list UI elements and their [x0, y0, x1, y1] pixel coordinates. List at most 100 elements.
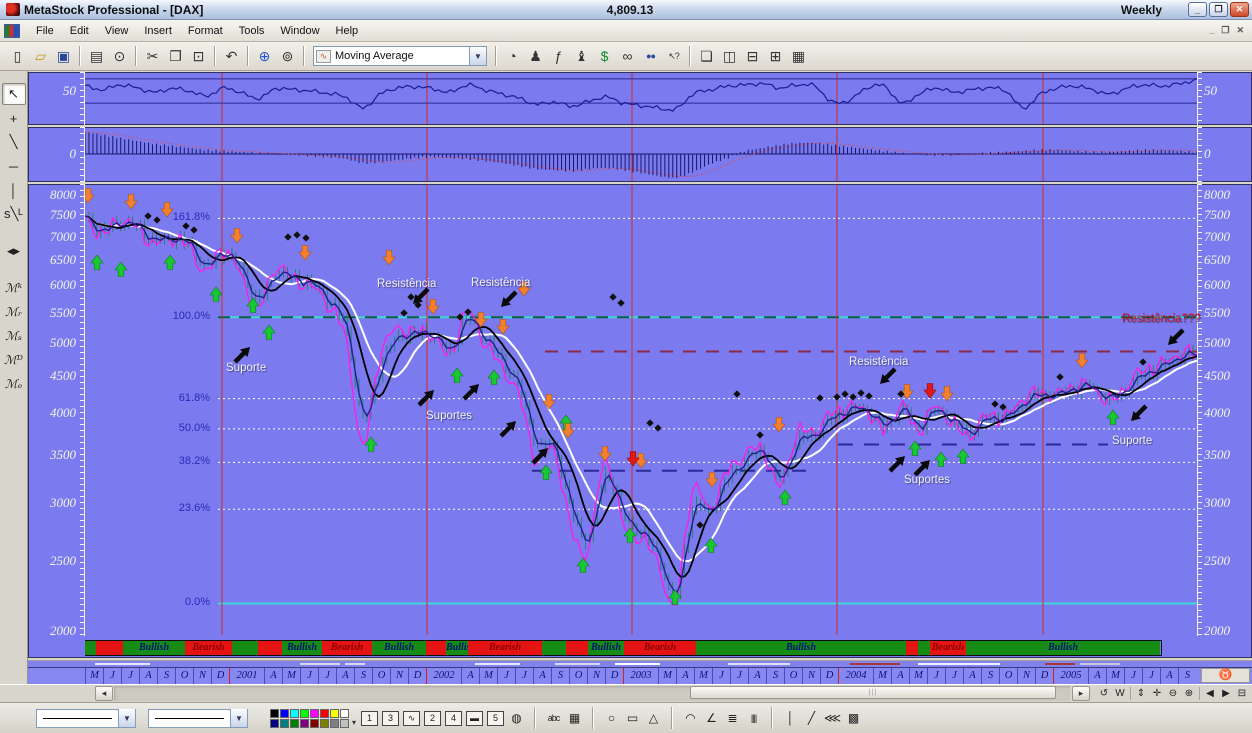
- pan-button[interactable]: ✛: [1149, 686, 1165, 701]
- crosshair-icon[interactable]: ⊕: [253, 45, 276, 67]
- trendline-button[interactable]: ╱: [801, 708, 822, 729]
- indicator-combo-dropdown-button[interactable]: ▼: [469, 47, 486, 65]
- print-preview-icon[interactable]: ⊙: [108, 45, 131, 67]
- explorer-icon[interactable]: ♟: [524, 45, 547, 67]
- restore-button[interactable]: ❐: [1209, 2, 1228, 17]
- rectangle-tool-button[interactable]: ▭: [622, 708, 643, 729]
- new-chart-icon[interactable]: ▯: [6, 45, 29, 67]
- ellipse-tool-button[interactable]: ○: [601, 708, 622, 729]
- menu-format[interactable]: Format: [180, 23, 231, 39]
- color-swatch[interactable]: [290, 709, 299, 718]
- scroll-left-button[interactable]: ◂: [95, 686, 113, 701]
- color-swatch[interactable]: [340, 719, 349, 728]
- scrollbar-track[interactable]: |||: [114, 686, 1070, 701]
- menu-help[interactable]: Help: [328, 23, 367, 39]
- color-swatch[interactable]: [320, 709, 329, 718]
- chart-page-3-button[interactable]: 3: [382, 711, 399, 726]
- color-swatch[interactable]: [310, 709, 319, 718]
- line-weight-select[interactable]: ▼: [148, 709, 248, 728]
- color-swatch[interactable]: [280, 719, 289, 728]
- histogram-plot[interactable]: [85, 128, 1197, 181]
- color-swatch[interactable]: [340, 709, 349, 718]
- vertical-line-button[interactable]: │: [780, 708, 801, 729]
- downloader-icon[interactable]: $: [593, 45, 616, 67]
- search-binoculars-icon[interactable]: ∞: [616, 45, 639, 67]
- child-restore-icon[interactable]: ❐: [1221, 25, 1229, 36]
- color-swatch[interactable]: [300, 719, 309, 728]
- line-style-select-dropdown-button[interactable]: ▼: [118, 709, 135, 727]
- end-of-data-button[interactable]: ⊟: [1234, 686, 1250, 701]
- palette-dropdown-icon[interactable]: ▾: [352, 718, 356, 727]
- child-minimize-icon[interactable]: _: [1209, 25, 1214, 36]
- grid-tool-button[interactable]: ▦: [564, 708, 585, 729]
- tile-vertical-icon[interactable]: ◫: [718, 45, 741, 67]
- line-study-r-tool[interactable]: ℳᵣ: [2, 301, 26, 323]
- line-study-d-tool[interactable]: ℳᴰ: [2, 349, 26, 371]
- fibonacci-fan-button[interactable]: ∠: [701, 708, 722, 729]
- line-style-select[interactable]: ▼: [36, 709, 136, 728]
- price-plot[interactable]: [85, 185, 1197, 635]
- color-swatch[interactable]: [310, 719, 319, 728]
- color-swatch[interactable]: [320, 719, 329, 728]
- chart-window-icon[interactable]: [4, 24, 20, 38]
- chart-page-4-button[interactable]: 4: [445, 711, 462, 726]
- triangle-tool-button[interactable]: △: [643, 708, 664, 729]
- menu-window[interactable]: Window: [272, 23, 327, 39]
- system-tester-icon[interactable]: ●●: [639, 45, 662, 67]
- color-swatch[interactable]: [290, 719, 299, 728]
- alert-icon[interactable]: ◔: [501, 45, 524, 67]
- text-tool-button[interactable]: abc: [543, 708, 564, 729]
- zoom-in-button[interactable]: ⊕: [1181, 686, 1197, 701]
- prev-chart-button[interactable]: ◀: [1202, 686, 1218, 701]
- weekly-periodicity-button[interactable]: W: [1112, 686, 1128, 701]
- tile-layout-button[interactable]: ▬: [466, 711, 483, 726]
- line-study-k-tool[interactable]: ℳᵏ: [2, 277, 26, 299]
- fibonacci-arcs-button[interactable]: ◠: [680, 708, 701, 729]
- color-swatch[interactable]: [270, 719, 279, 728]
- workspace-icon[interactable]: ▦: [787, 45, 810, 67]
- chart-page-2-button[interactable]: 2: [424, 711, 441, 726]
- vertical-line-tool[interactable]: │: [2, 179, 26, 201]
- tile-horizontal-icon[interactable]: ⊟: [741, 45, 764, 67]
- save-icon[interactable]: ▣: [52, 45, 75, 67]
- next-chart-button[interactable]: ▶: [1218, 686, 1234, 701]
- menu-view[interactable]: View: [97, 23, 137, 39]
- minimize-button[interactable]: _: [1188, 2, 1207, 17]
- line-study-e-tool[interactable]: ℳₑ: [2, 373, 26, 395]
- oscillator-plot[interactable]: [85, 73, 1197, 124]
- scrollbar-thumb[interactable]: |||: [690, 686, 1056, 699]
- pattern-button[interactable]: ▩: [843, 708, 864, 729]
- zigzag-template-button[interactable]: ∿: [403, 711, 420, 726]
- open-chart-icon[interactable]: ▱: [29, 45, 52, 67]
- scroll-right-button[interactable]: ▸: [1072, 686, 1090, 701]
- pointer-tool[interactable]: ↖: [2, 83, 26, 105]
- color-swatch[interactable]: [280, 709, 289, 718]
- tile-grid-icon[interactable]: ⊞: [764, 45, 787, 67]
- indicator-combo[interactable]: ∿Moving Average▼: [313, 46, 487, 66]
- scroll-left-right-tool[interactable]: ◂▸: [2, 240, 26, 262]
- stop-loss-tool[interactable]: s╲ᴸ: [2, 203, 26, 225]
- gann-fan-button[interactable]: ⋘: [822, 708, 843, 729]
- refresh-button[interactable]: ↺: [1096, 686, 1112, 701]
- horizontal-line-tool[interactable]: ─: [2, 155, 26, 177]
- line-weight-select-dropdown-button[interactable]: ▼: [230, 709, 247, 727]
- color-swatch[interactable]: [330, 709, 339, 718]
- globe-button[interactable]: ◍: [506, 708, 527, 729]
- crosshair-tool[interactable]: +: [2, 107, 26, 129]
- chart-page-1-button[interactable]: 1: [361, 711, 378, 726]
- chart-page-5-button[interactable]: 5: [487, 711, 504, 726]
- cut-icon[interactable]: ✂: [141, 45, 164, 67]
- menu-insert[interactable]: Insert: [136, 23, 180, 39]
- color-swatch[interactable]: [270, 709, 279, 718]
- color-swatch[interactable]: [300, 709, 309, 718]
- cascade-windows-icon[interactable]: ❏: [695, 45, 718, 67]
- menu-tools[interactable]: Tools: [231, 23, 273, 39]
- menu-file[interactable]: File: [28, 23, 62, 39]
- child-close-icon[interactable]: ✕: [1236, 25, 1244, 36]
- zoom-out-button[interactable]: ⊖: [1165, 686, 1181, 701]
- fibonacci-retracement-button[interactable]: ≣: [722, 708, 743, 729]
- indicator-builder-icon[interactable]: ƒ: [547, 45, 570, 67]
- print-icon[interactable]: ▤: [85, 45, 108, 67]
- zoom-chart-icon[interactable]: ⊚: [276, 45, 299, 67]
- menu-edit[interactable]: Edit: [62, 23, 97, 39]
